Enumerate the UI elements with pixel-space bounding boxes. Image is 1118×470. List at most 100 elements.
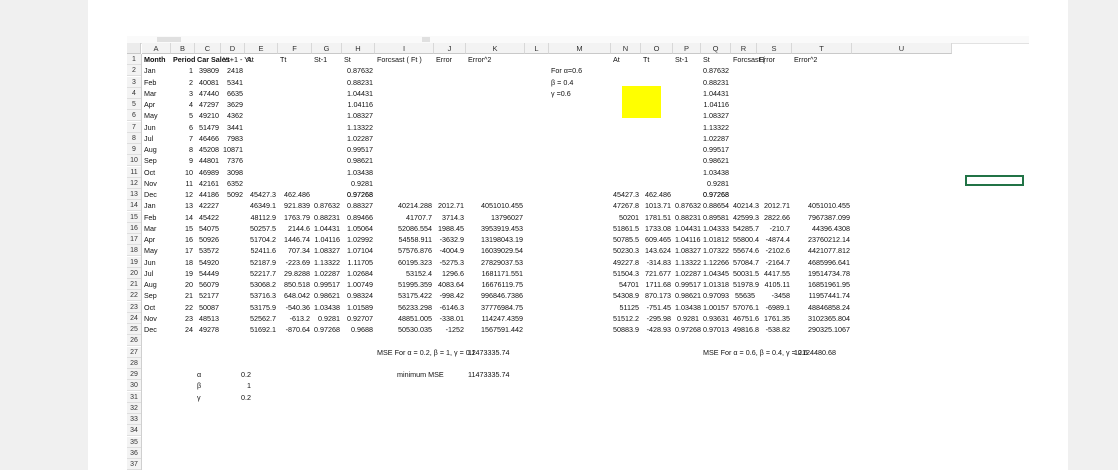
model1-cell[interactable]: 4083.64 [436, 279, 464, 290]
month-cell[interactable]: Apr [144, 234, 169, 245]
model2-cell[interactable]: 1.04431 [675, 223, 701, 234]
seasonal-cell-2[interactable]: 1.08327 [703, 110, 729, 121]
column-header-t[interactable]: T [792, 43, 852, 54]
month-cell[interactable]: Mar [144, 88, 169, 99]
model1-cell[interactable]: 41707.7 [377, 212, 432, 223]
model1-cell[interactable]: 48112.9 [247, 212, 276, 223]
column-header-b[interactable]: B [171, 43, 195, 54]
model2-cell[interactable]: 870.173 [643, 290, 671, 301]
period-cell[interactable]: 10 [173, 167, 193, 178]
column-header-f[interactable]: F [278, 43, 312, 54]
beta-value[interactable]: 1 [231, 380, 251, 391]
column-header-s[interactable]: S [757, 43, 792, 54]
header-cell-e[interactable]: At [247, 54, 276, 65]
model1-cell[interactable]: 1.01589 [344, 302, 373, 313]
month-cell[interactable]: Jan [144, 200, 169, 211]
model2-cell[interactable]: 1781.51 [643, 212, 671, 223]
month-cell[interactable]: Oct [144, 302, 169, 313]
model1-cell[interactable]: -998.42 [436, 290, 464, 301]
model1-cell[interactable]: 0.88231 [314, 212, 340, 223]
diff-cell[interactable]: 3629 [223, 99, 243, 110]
month-cell[interactable]: Jul [144, 268, 169, 279]
model1-cell[interactable]: 3953919.453 [468, 223, 523, 234]
car-sales-cell[interactable]: 40081 [197, 77, 219, 88]
car-sales-cell[interactable]: 50087 [197, 302, 219, 313]
model2-cell[interactable]: 19514734.78 [794, 268, 850, 279]
row-header[interactable]: 33 [127, 414, 141, 425]
model2-cell[interactable]: 40214.3 [733, 200, 759, 211]
month-cell[interactable]: Sep [144, 290, 169, 301]
seasonal-cell-2[interactable]: 1.04116 [703, 99, 729, 110]
model2-cell[interactable]: 0.97268 [675, 324, 701, 335]
period-cell[interactable]: 13 [173, 200, 193, 211]
month-cell[interactable]: May [144, 245, 169, 256]
month-cell[interactable]: Mar [144, 223, 169, 234]
model2-cell[interactable]: 0.97013 [703, 324, 729, 335]
row-header[interactable]: 24 [127, 312, 141, 324]
min-mse-value[interactable]: 11473335.74 [468, 369, 523, 380]
model1-cell[interactable]: 1.02992 [344, 234, 373, 245]
model1-cell[interactable]: 1.07104 [344, 245, 373, 256]
row-header[interactable]: 27 [127, 346, 141, 358]
header-cell-d[interactable]: Yt+1 - Yt [223, 54, 251, 65]
model2-cell[interactable]: -2102.6 [759, 245, 790, 256]
model1-cell[interactable]: 52562.7 [247, 313, 276, 324]
diff-cell[interactable]: 3441 [223, 122, 243, 133]
seasonal-cell[interactable]: 0.9281 [344, 178, 373, 189]
header-cell-f[interactable]: Tt [280, 54, 310, 65]
model2-cell[interactable]: 2822.66 [759, 212, 790, 223]
sheet-scroll-tab[interactable] [157, 37, 181, 42]
column-header-j[interactable]: J [434, 43, 466, 54]
car-sales-cell[interactable]: 46466 [197, 133, 219, 144]
model1-cell[interactable]: 16676119.75 [468, 279, 523, 290]
seasonal-cell[interactable]: 1.04431 [344, 88, 373, 99]
model1-cell[interactable]: 52217.7 [247, 268, 276, 279]
header-cell-s[interactable]: Error [759, 54, 790, 65]
car-sales-cell[interactable]: 49278 [197, 324, 219, 335]
diff-cell[interactable]: 5092 [223, 189, 243, 200]
seasonal-cell-2[interactable]: 0.88231 [703, 77, 729, 88]
model1-cell[interactable]: 114247.4359 [468, 313, 523, 324]
model2-cell[interactable]: 50201 [613, 212, 639, 223]
model2-cell[interactable]: 54701 [613, 279, 639, 290]
model1-cell[interactable]: -6146.3 [436, 302, 464, 313]
seasonal-cell[interactable]: 0.87632 [344, 65, 373, 76]
model1-cell[interactable]: 16039029.54 [468, 245, 523, 256]
row-header[interactable]: 37 [127, 459, 141, 470]
model1-cell[interactable]: 54558.911 [377, 234, 432, 245]
model1-cell[interactable]: 850.518 [280, 279, 310, 290]
month-cell[interactable]: Jul [144, 133, 169, 144]
month-cell[interactable]: Jun [144, 122, 169, 133]
header-cell-a[interactable]: Month [144, 54, 169, 65]
diff-cell[interactable]: 6352 [223, 178, 243, 189]
model1-cell[interactable]: 2012.71 [436, 200, 464, 211]
model2-cell[interactable]: 1.01812 [703, 234, 729, 245]
row-header[interactable]: 16 [127, 222, 141, 234]
row-header[interactable]: 3 [127, 76, 141, 88]
model2-cell[interactable]: 4105.11 [759, 279, 790, 290]
model1-cell[interactable]: 53175.9 [247, 302, 276, 313]
model2-cell[interactable]: -751.45 [643, 302, 671, 313]
parameter-note[interactable]: γ =0.6 [551, 88, 609, 99]
model1-cell[interactable]: 1.13322 [314, 257, 340, 268]
model1-cell[interactable]: 50257.5 [247, 223, 276, 234]
model2-cell[interactable]: 45427.3 [613, 189, 639, 200]
period-cell[interactable]: 4 [173, 99, 193, 110]
parameter-note[interactable]: For α=0.6 [551, 65, 609, 76]
header-cell-t[interactable]: Error^2 [794, 54, 850, 65]
model2-cell[interactable]: -210.7 [759, 223, 790, 234]
column-header-u[interactable]: U [852, 43, 952, 54]
model1-cell[interactable]: 1567591.442 [468, 324, 523, 335]
model1-cell[interactable]: 13796027 [468, 212, 523, 223]
month-cell[interactable]: Nov [144, 313, 169, 324]
period-cell[interactable]: 15 [173, 223, 193, 234]
column-header-n[interactable]: N [611, 43, 641, 54]
car-sales-cell[interactable]: 47440 [197, 88, 219, 99]
seasonal-cell-2[interactable]: 1.13322 [703, 122, 729, 133]
row-header[interactable]: 26 [127, 335, 141, 347]
model2-cell[interactable]: 462.486 [643, 189, 671, 200]
model2-cell[interactable]: 1.08327 [675, 245, 701, 256]
model2-cell[interactable]: 50883.9 [613, 324, 639, 335]
model2-cell[interactable]: 57076.1 [733, 302, 759, 313]
model2-cell[interactable]: 51504.3 [613, 268, 639, 279]
